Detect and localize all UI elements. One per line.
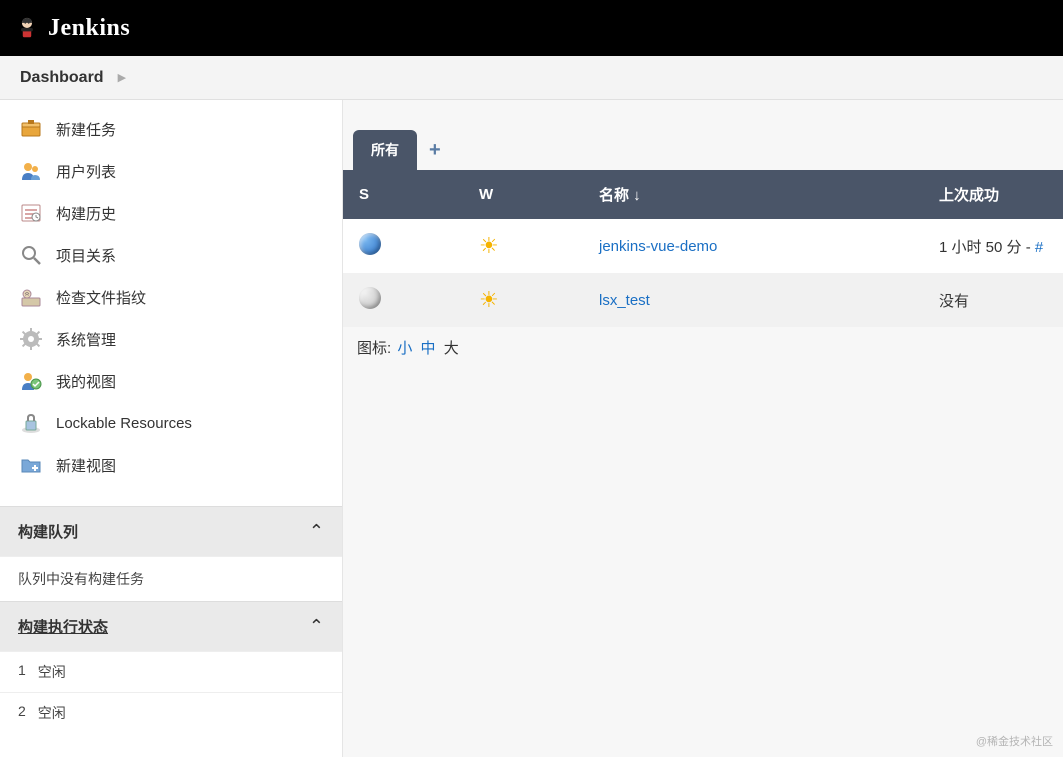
search-icon — [20, 244, 42, 266]
job-link[interactable]: jenkins-vue-demo — [599, 238, 717, 255]
weather-sunny-icon: ☀ — [479, 287, 499, 312]
executor-status: 空闲 — [38, 703, 66, 723]
fingerprint-icon — [20, 286, 42, 308]
status-ball-blue — [359, 233, 381, 255]
last-success-cell: 1 小时 50 分 - # — [923, 219, 1063, 273]
lock-icon — [20, 412, 42, 434]
executor-row: 1 空闲 — [0, 651, 342, 692]
task-people[interactable]: 用户列表 — [0, 150, 342, 192]
folder-plus-icon — [20, 454, 42, 476]
jenkins-logo-text: Jenkins — [48, 15, 130, 42]
gear-icon — [20, 328, 42, 350]
task-label: 新建任务 — [56, 119, 116, 140]
side-tasks: 新建任务 用户列表 构建历史 项目关系 检查文件指纹 系统管理 — [0, 100, 342, 506]
col-status[interactable]: S — [343, 170, 463, 219]
build-link[interactable]: # — [1035, 239, 1043, 256]
watermark: @稀金技术社区 — [976, 733, 1053, 749]
last-success-cell: 没有 — [923, 273, 1063, 327]
icon-size-medium[interactable]: 中 — [421, 340, 436, 357]
tab-all[interactable]: 所有 — [353, 130, 417, 170]
task-fingerprint[interactable]: 检查文件指纹 — [0, 276, 342, 318]
task-new-item[interactable]: 新建任务 — [0, 108, 342, 150]
weather-sunny-icon: ☀ — [479, 233, 499, 258]
executors-header: 构建执行状态 ⌃ — [0, 601, 342, 651]
jenkins-logo[interactable]: Jenkins — [16, 15, 130, 42]
jenkins-icon — [16, 17, 38, 39]
icon-size-small[interactable]: 小 — [397, 340, 412, 357]
executor-status: 空闲 — [38, 662, 66, 682]
job-link[interactable]: lsx_test — [599, 292, 650, 309]
chevron-right-icon: ▶ — [118, 71, 126, 84]
build-history-icon — [20, 202, 42, 224]
task-label: 检查文件指纹 — [56, 287, 146, 308]
my-views-icon — [20, 370, 42, 392]
new-item-icon — [20, 118, 42, 140]
build-queue-empty: 队列中没有构建任务 — [0, 556, 342, 601]
chevron-up-icon[interactable]: ⌃ — [309, 521, 324, 542]
task-label: Lockable Resources — [56, 415, 192, 432]
icon-size-large: 大 — [444, 340, 459, 357]
job-table: S W 名称 ↓ 上次成功 ☀ jenkins-vue-demo 1 小时 50… — [343, 170, 1063, 327]
col-last-success[interactable]: 上次成功 — [923, 170, 1063, 219]
sidebar: 新建任务 用户列表 构建历史 项目关系 检查文件指纹 系统管理 — [0, 100, 343, 757]
breadcrumb-bar: Dashboard ▶ — [0, 56, 1063, 100]
jenkins-header: Jenkins — [0, 0, 1063, 56]
status-ball-grey — [359, 287, 381, 309]
task-label: 项目关系 — [56, 245, 116, 266]
build-queue-header: 构建队列 ⌃ — [0, 506, 342, 556]
task-label: 构建历史 — [56, 203, 116, 224]
executors-title[interactable]: 构建执行状态 — [18, 616, 108, 637]
executor-num: 2 — [18, 703, 26, 723]
task-manage[interactable]: 系统管理 — [0, 318, 342, 360]
chevron-up-icon[interactable]: ⌃ — [309, 616, 324, 637]
task-label: 新建视图 — [56, 455, 116, 476]
task-my-views[interactable]: 我的视图 — [0, 360, 342, 402]
job-row: ☀ lsx_test 没有 — [343, 273, 1063, 327]
people-icon — [20, 160, 42, 182]
breadcrumb-dashboard[interactable]: Dashboard — [20, 69, 104, 87]
executor-row: 2 空闲 — [0, 692, 342, 733]
task-label: 系统管理 — [56, 329, 116, 350]
icon-size-label: 图标: — [357, 340, 391, 357]
task-new-view[interactable]: 新建视图 — [0, 444, 342, 486]
task-lockable[interactable]: Lockable Resources — [0, 402, 342, 444]
task-label: 用户列表 — [56, 161, 116, 182]
task-relations[interactable]: 项目关系 — [0, 234, 342, 276]
executor-num: 1 — [18, 662, 26, 682]
icon-size-row: 图标: 小 中 大 — [343, 327, 1063, 368]
task-label: 我的视图 — [56, 371, 116, 392]
tab-add-view[interactable]: + — [417, 131, 453, 170]
build-queue-title: 构建队列 — [18, 521, 78, 542]
main-panel: 所有 + S W 名称 ↓ 上次成功 ☀ jenkins-vue-demo 1 … — [343, 100, 1063, 757]
col-name[interactable]: 名称 ↓ — [583, 170, 923, 219]
col-weather[interactable]: W — [463, 170, 583, 219]
view-tabs: 所有 + — [353, 130, 1063, 170]
task-build-history[interactable]: 构建历史 — [0, 192, 342, 234]
job-row: ☀ jenkins-vue-demo 1 小时 50 分 - # — [343, 219, 1063, 273]
